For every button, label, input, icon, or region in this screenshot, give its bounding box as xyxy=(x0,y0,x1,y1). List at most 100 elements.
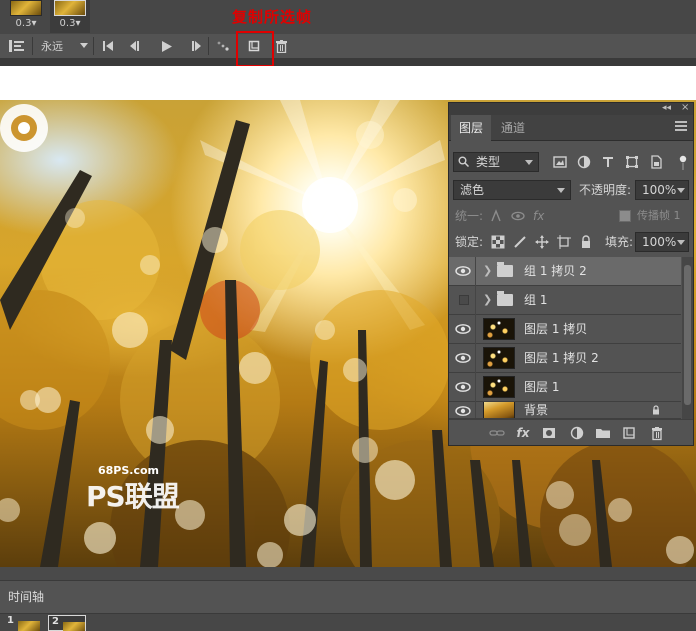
lock-pixels-icon[interactable] xyxy=(513,235,527,249)
canvas-background xyxy=(0,66,696,100)
layer-row[interactable]: 图层 1 拷贝 xyxy=(449,315,681,344)
tween-button[interactable] xyxy=(213,34,233,58)
convert-timeline-icon[interactable] xyxy=(4,34,30,58)
frame-delay[interactable]: 0.3▾ xyxy=(50,18,90,29)
loop-options-select[interactable]: 永远 xyxy=(34,34,92,58)
image-filter-icon[interactable] xyxy=(553,155,567,169)
eye-icon[interactable] xyxy=(455,381,471,393)
lock-artboard-icon[interactable] xyxy=(557,235,571,249)
close-icon[interactable]: × xyxy=(681,102,689,113)
eye-icon[interactable] xyxy=(455,323,471,335)
blend-mode-value: 滤色 xyxy=(460,183,485,197)
type-filter-icon[interactable] xyxy=(601,155,615,169)
divider xyxy=(208,37,209,55)
delete-frame-button[interactable] xyxy=(271,34,291,58)
filter-toggle-icon[interactable] xyxy=(677,155,689,171)
smart-object-filter-icon[interactable] xyxy=(649,155,663,169)
lock-position-icon[interactable] xyxy=(535,235,549,249)
visibility-toggle[interactable] xyxy=(459,295,469,305)
scrollbar-thumb[interactable] xyxy=(684,265,691,405)
timeline-panel-top: 0.3▾ 0.3▾ 永远 xyxy=(0,0,696,66)
previous-frame-button[interactable] xyxy=(126,34,146,58)
trash-icon[interactable] xyxy=(649,425,665,441)
folder-icon xyxy=(497,291,513,306)
frame-2[interactable]: 2 xyxy=(48,615,86,631)
layer-row[interactable]: ❯ 组 1 拷贝 2 xyxy=(449,257,681,286)
new-layer-icon[interactable] xyxy=(621,425,637,441)
unify-visibility-icon[interactable] xyxy=(511,209,525,223)
highlight-box xyxy=(236,31,274,67)
tab-channels[interactable]: 通道 xyxy=(493,115,533,141)
first-frame-button[interactable] xyxy=(98,34,118,58)
timeline-toolbar: 永远 xyxy=(0,34,696,58)
tab-layers[interactable]: 图层 xyxy=(451,115,492,141)
filter-row: 类型 xyxy=(449,149,693,175)
frame-number: 2 xyxy=(52,616,59,627)
watermark-logo xyxy=(0,104,48,152)
divider xyxy=(475,344,476,373)
frame-number: 1 xyxy=(7,615,14,626)
layer-thumbnail xyxy=(483,347,515,369)
tab-timeline[interactable]: 时间轴 xyxy=(0,581,52,613)
fill-input[interactable]: 100% xyxy=(635,232,689,252)
panel-menu-icon[interactable] xyxy=(675,121,687,133)
panel-divider xyxy=(0,58,696,66)
unify-position-icon[interactable] xyxy=(489,209,503,223)
next-frame-button[interactable] xyxy=(185,34,205,58)
frame-strip: 0.3▾ 0.3▾ xyxy=(0,0,696,34)
layer-row[interactable]: 图层 1 拷贝 2 xyxy=(449,344,681,373)
divider xyxy=(475,402,476,418)
layer-name: 组 1 拷贝 2 xyxy=(524,264,587,278)
loop-option-value: 永远 xyxy=(41,40,63,53)
eye-icon[interactable] xyxy=(455,405,471,417)
link-icon[interactable] xyxy=(489,425,505,441)
divider xyxy=(475,286,476,315)
propagate-checkbox[interactable] xyxy=(619,210,631,222)
filter-kind-select[interactable]: 类型 xyxy=(453,152,539,172)
panel-header: ◂◂ × xyxy=(449,102,693,115)
lock-all-icon[interactable] xyxy=(579,235,593,249)
layers-panel: ◂◂ × 图层 通道 类型 滤色 不透明度: 100% 统一: fx 传播帧 1… xyxy=(448,102,694,446)
unify-label: 统一: xyxy=(455,209,484,223)
frame-delay[interactable]: 0.3▾ xyxy=(6,18,46,29)
frame-thumbnail xyxy=(54,0,86,16)
frame-1[interactable]: 1 xyxy=(4,615,42,631)
opacity-input[interactable]: 100% xyxy=(635,180,689,200)
unify-row: 统一: fx 传播帧 1 xyxy=(449,203,693,229)
chevron-right-icon[interactable]: ❯ xyxy=(483,293,492,306)
eye-icon[interactable] xyxy=(455,265,471,277)
frame-1[interactable]: 0.3▾ xyxy=(6,0,46,33)
folder-icon[interactable] xyxy=(595,425,611,441)
adjustment-icon[interactable] xyxy=(569,425,585,441)
lock-row: 锁定: 填充: 100% xyxy=(449,229,693,255)
chevron-down-icon xyxy=(80,43,88,48)
shape-filter-icon[interactable] xyxy=(625,155,639,169)
frame-2[interactable]: 0.3▾ xyxy=(50,0,90,33)
layer-thumbnail xyxy=(483,318,515,340)
chevron-down-icon xyxy=(525,160,533,165)
layer-row[interactable]: 图层 1 xyxy=(449,373,681,402)
unify-style-icon[interactable]: fx xyxy=(533,206,544,226)
fx-icon[interactable]: fx xyxy=(515,425,531,441)
lock-icon xyxy=(653,405,659,415)
layer-row[interactable]: ❯ 组 1 xyxy=(449,286,681,315)
layer-row[interactable]: 背景 xyxy=(449,402,681,419)
blend-mode-select[interactable]: 滤色 xyxy=(453,180,571,200)
annotation-label: 复制所选帧 xyxy=(232,8,313,26)
layer-name: 组 1 xyxy=(524,293,548,307)
fill-value: 100% xyxy=(642,235,677,249)
opacity-value: 100% xyxy=(642,183,677,197)
layer-list: ❯ 组 1 拷贝 2 ❯ 组 1 图层 1 拷贝 图层 1 拷贝 2 图层 1 … xyxy=(449,257,681,419)
mask-icon[interactable] xyxy=(541,425,557,441)
next-frame-icon xyxy=(192,41,201,51)
adjustment-filter-icon[interactable] xyxy=(577,155,591,169)
panel-tabs: 图层 通道 xyxy=(449,115,693,141)
layer-name: 图层 1 拷贝 xyxy=(524,322,588,336)
chevron-down-icon xyxy=(677,240,685,245)
chevron-right-icon[interactable]: ❯ xyxy=(483,264,492,277)
lock-transparency-icon[interactable] xyxy=(491,235,505,249)
layers-scrollbar[interactable] xyxy=(682,257,693,419)
collapse-icon[interactable]: ◂◂ xyxy=(662,103,671,113)
eye-icon[interactable] xyxy=(455,352,471,364)
play-button[interactable] xyxy=(157,34,177,58)
